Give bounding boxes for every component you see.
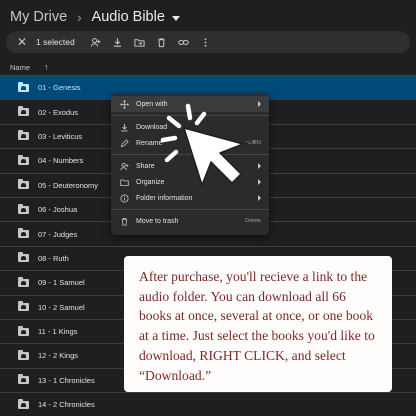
column-header-name[interactable]: Name ↑: [10, 62, 49, 72]
breadcrumb-my-drive[interactable]: My Drive: [10, 9, 67, 25]
menu-item-move-to-trash[interactable]: Move to trash Delete: [111, 213, 269, 229]
file-name: 06 - Joshua: [38, 205, 78, 215]
more-vert-icon[interactable]: [195, 33, 217, 51]
download-icon[interactable]: [107, 33, 129, 51]
close-icon[interactable]: ✕: [14, 35, 30, 49]
breadcrumb: My Drive › Audio Bible: [10, 6, 180, 28]
current-folder-label: Audio Bible: [91, 9, 165, 25]
file-name: 09 - 1 Samuel: [38, 278, 85, 288]
column-header-label: Name: [10, 62, 31, 72]
file-name: 02 - Exodus: [38, 107, 79, 117]
folder-icon: [18, 130, 29, 141]
chevron-down-icon: [171, 15, 180, 21]
folder-icon: [18, 252, 29, 263]
folder-icon: [18, 179, 29, 190]
trash-icon: [119, 216, 129, 226]
breadcrumb-current-folder[interactable]: Audio Bible: [92, 9, 180, 25]
folder-icon: [18, 325, 29, 336]
instruction-card: After purchase, you'll recieve a link to…: [124, 256, 392, 392]
folder-icon: [18, 81, 29, 92]
folder-icon: [18, 349, 29, 360]
file-name: 04 - Numbers: [38, 156, 84, 166]
file-row[interactable]: 14 - 2 Chronicles: [0, 393, 416, 416]
menu-divider: [111, 209, 269, 210]
add-person-icon[interactable]: [85, 33, 107, 51]
folder-icon: [18, 398, 29, 409]
file-name: 08 - Ruth: [38, 253, 69, 263]
folder-icon: [18, 106, 29, 117]
sort-arrow-icon[interactable]: ↑: [44, 62, 49, 72]
file-name: 05 - Deuteronomy: [38, 180, 99, 190]
trash-icon[interactable]: [151, 33, 173, 51]
trash-shortcut: Delete: [245, 218, 261, 224]
selection-count: 1 selected: [36, 37, 75, 47]
folder-icon: [18, 154, 29, 165]
click-cursor-icon: [160, 103, 244, 186]
pencil-icon: [119, 138, 129, 148]
breadcrumb-separator: ›: [77, 9, 82, 25]
open-with-icon: [119, 99, 129, 109]
info-icon: [119, 193, 129, 203]
file-name: 14 - 2 Chronicles: [38, 400, 95, 410]
file-name: 01 - Genesis: [38, 83, 81, 93]
folder-move-icon: [119, 177, 129, 187]
add-person-icon: [119, 161, 129, 171]
menu-label: Move to trash: [136, 217, 179, 225]
file-name: 10 - 2 Samuel: [38, 302, 85, 312]
file-name: 11 - 1 Kings: [38, 327, 78, 337]
folder-icon: [18, 374, 29, 385]
file-name: 13 - 1 Chronicles: [38, 375, 95, 385]
instruction-text: After purchase, you'll recieve a link to…: [139, 269, 375, 383]
folder-icon: [18, 203, 29, 214]
link-icon[interactable]: [173, 33, 195, 51]
folder-icon: [18, 301, 29, 312]
download-icon: [119, 122, 129, 132]
folder-icon: [18, 276, 29, 287]
file-name: 03 - Leviticus: [38, 131, 83, 141]
file-name: 07 - Judges: [38, 229, 78, 239]
move-to-folder-icon[interactable]: [129, 33, 151, 51]
selection-toolbar: ✕ 1 selected: [6, 31, 410, 53]
folder-icon: [18, 228, 29, 239]
file-name: 12 - 2 Kings: [38, 351, 79, 361]
